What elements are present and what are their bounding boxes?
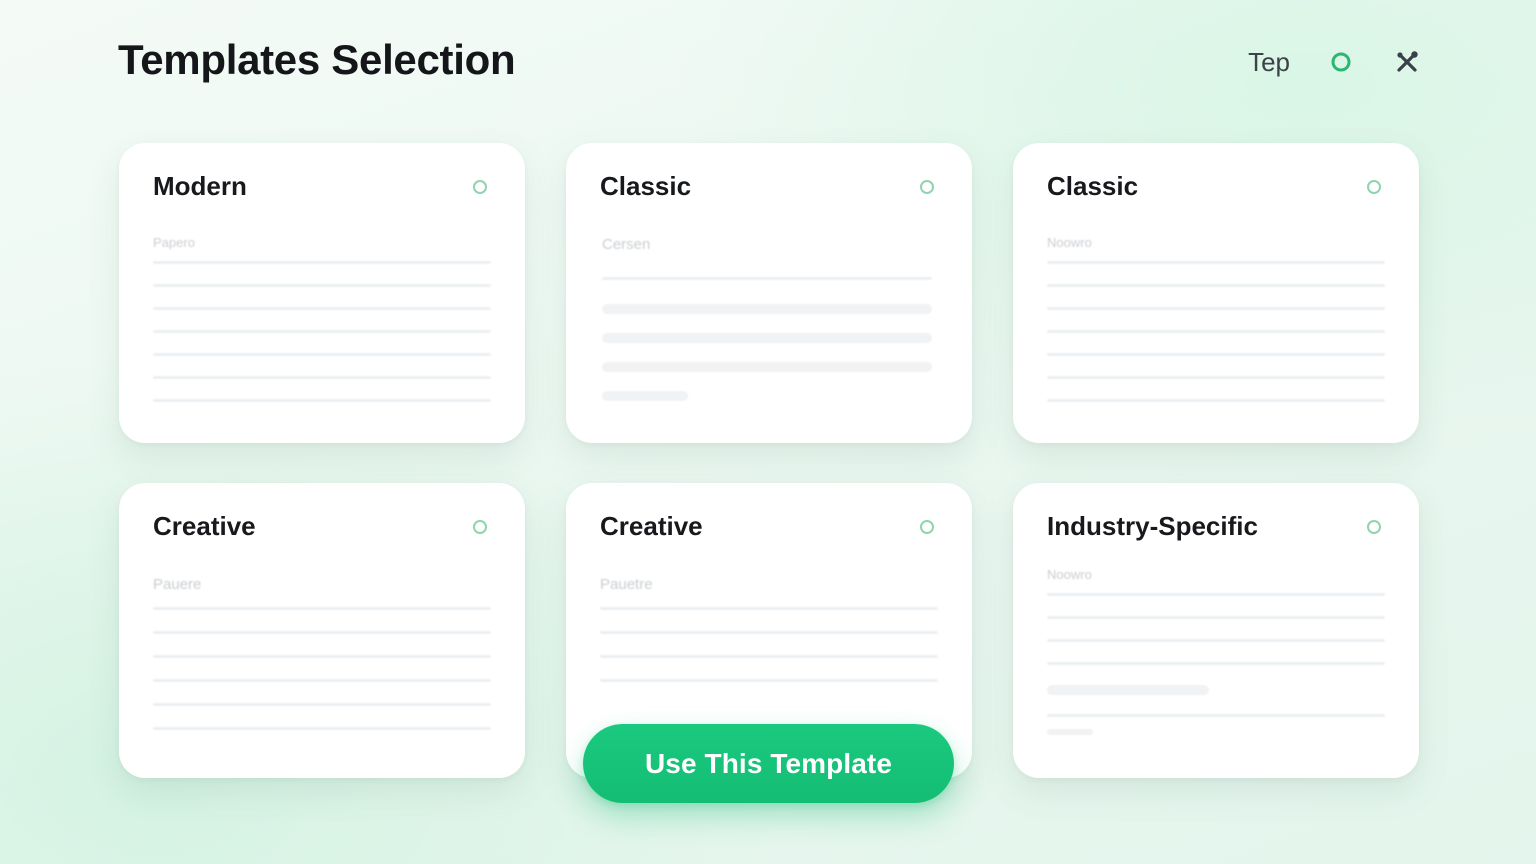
select-radio[interactable]: [920, 520, 934, 534]
template-preview: Noowro: [1047, 235, 1385, 422]
card-title: Creative: [153, 511, 256, 541]
template-card-classic-alt[interactable]: Classic Noowro: [1013, 143, 1419, 443]
preview-line: [153, 655, 491, 658]
preview-line: [153, 631, 491, 634]
template-preview: Pauere: [153, 577, 491, 751]
preview-line: [153, 307, 491, 310]
preview-line: [1047, 353, 1385, 356]
ring-icon[interactable]: [1330, 51, 1352, 73]
preview-line: [153, 399, 491, 402]
preview-line: [1047, 261, 1385, 264]
template-card-classic[interactable]: Classic Cersen: [566, 143, 972, 443]
card-title: Classic: [600, 171, 692, 201]
preview-bar: [1047, 729, 1093, 735]
header-link[interactable]: Tep: [1248, 47, 1290, 78]
header-actions: Tep: [1248, 40, 1422, 84]
template-preview: Noowro: [1047, 567, 1385, 754]
preview-bar: [1047, 685, 1209, 695]
tools-icon[interactable]: [1392, 47, 1422, 77]
preview-line: [1047, 639, 1385, 642]
template-preview: Cersen: [602, 237, 932, 420]
preview-line: [153, 261, 491, 264]
card-title: Industry-Specific: [1047, 511, 1258, 541]
preview-line: [600, 655, 938, 658]
preview-line: [1047, 307, 1385, 310]
select-radio[interactable]: [1367, 180, 1381, 194]
preview-line: [1047, 662, 1385, 665]
preview-label: Papero: [153, 235, 195, 250]
preview-line: [1047, 593, 1385, 596]
preview-line: [1047, 376, 1385, 379]
preview-line: [153, 330, 491, 333]
preview-label: Noowro: [1047, 567, 1092, 582]
template-preview: Papero: [153, 235, 491, 422]
card-title: Classic: [1047, 171, 1139, 201]
template-preview: Pauetre: [600, 577, 938, 703]
preview-bar: [602, 362, 932, 372]
preview-line: [1047, 330, 1385, 333]
preview-line: [1047, 616, 1385, 619]
select-radio[interactable]: [1367, 520, 1381, 534]
card-title: Modern: [153, 171, 247, 201]
preview-line: [1047, 714, 1385, 717]
preview-line: [600, 607, 938, 610]
page-title: Templates Selection: [118, 36, 516, 83]
preview-line: [153, 376, 491, 379]
card-title: Creative: [600, 511, 703, 541]
template-card-creative[interactable]: Creative Pauere: [119, 483, 525, 778]
select-radio[interactable]: [473, 520, 487, 534]
preview-line: [153, 727, 491, 730]
preview-line: [1047, 399, 1385, 402]
preview-line: [153, 703, 491, 706]
preview-line: [153, 284, 491, 287]
preview-label: Cersen: [602, 236, 651, 253]
preview-line: [1047, 284, 1385, 287]
preview-line: [602, 277, 932, 280]
preview-line: [153, 679, 491, 682]
select-radio[interactable]: [920, 180, 934, 194]
preview-label: Pauere: [153, 576, 202, 593]
template-card-industry-specific[interactable]: Industry-Specific Noowro: [1013, 483, 1419, 778]
use-template-button[interactable]: Use This Template: [583, 724, 954, 803]
preview-bar: [602, 333, 932, 343]
preview-label: Noowro: [1047, 235, 1092, 250]
preview-bar: [602, 304, 932, 314]
select-radio[interactable]: [473, 180, 487, 194]
preview-line: [153, 607, 491, 610]
preview-bar: [602, 391, 688, 401]
preview-line: [600, 631, 938, 634]
template-card-modern[interactable]: Modern Papero: [119, 143, 525, 443]
preview-line: [153, 353, 491, 356]
preview-label: Pauetre: [600, 576, 653, 593]
preview-line: [600, 679, 938, 682]
